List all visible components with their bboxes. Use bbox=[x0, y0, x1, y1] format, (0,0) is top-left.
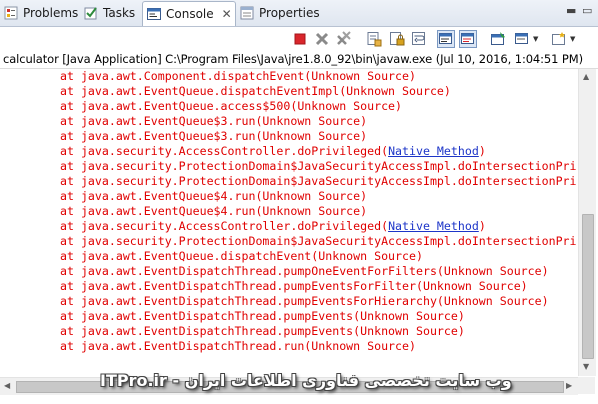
maximize-icon[interactable]: ▭ bbox=[582, 5, 592, 16]
console-line: at java.awt.EventDispatchThread.pumpEven… bbox=[60, 279, 528, 294]
tasks-icon bbox=[84, 6, 98, 20]
console-text: at java.awt.EventQueue$3.run(Unknown Sou… bbox=[60, 129, 368, 143]
console-text: at java.awt.EventQueue$4.run(Unknown Sou… bbox=[60, 189, 368, 203]
console-line: at java.awt.EventDispatchThread.run(Unkn… bbox=[60, 339, 416, 354]
console-text: at java.security.ProtectionDomain$JavaSe… bbox=[60, 174, 577, 188]
tab-label: Tasks bbox=[103, 6, 136, 20]
native-method-link[interactable]: Native Method bbox=[388, 144, 479, 158]
remove-all-terminated-icon[interactable] bbox=[336, 31, 352, 47]
console-line: at java.security.AccessController.doPriv… bbox=[60, 219, 486, 234]
console-text: at java.awt.EventQueue.dispatchEventImpl… bbox=[60, 84, 451, 98]
console-line: at java.awt.EventQueue$3.run(Unknown Sou… bbox=[60, 129, 367, 144]
tab-properties[interactable]: Properties bbox=[240, 2, 320, 24]
console-line: at java.awt.EventQueue.dispatchEventImpl… bbox=[60, 84, 451, 99]
minimize-icon[interactable]: ▬ bbox=[566, 5, 576, 16]
console-text: at java.awt.EventDispatchThread.pumpEven… bbox=[60, 324, 465, 338]
scroll-left-icon[interactable]: ◀ bbox=[4, 382, 10, 390]
console-line: at java.awt.EventQueue.dispatchEvent(Unk… bbox=[60, 249, 423, 264]
console-text: ) bbox=[478, 219, 486, 233]
console-text: at java.awt.EventDispatchThread.pumpEven… bbox=[60, 279, 528, 293]
open-console-icon[interactable] bbox=[551, 31, 567, 47]
tab-console[interactable]: Console ✕ bbox=[142, 1, 236, 26]
console-text: at java.security.AccessController.doPriv… bbox=[60, 144, 389, 158]
console-text: at java.awt.EventQueue.dispatchEvent(Unk… bbox=[60, 249, 423, 263]
scroll-right-icon[interactable]: ▶ bbox=[566, 382, 572, 390]
vertical-scrollbar[interactable]: ▲ ▼ bbox=[578, 69, 596, 376]
console-line: at java.awt.EventQueue$4.run(Unknown Sou… bbox=[60, 204, 367, 219]
console-line: at java.awt.EventQueue$4.run(Unknown Sou… bbox=[60, 189, 367, 204]
console-line: at java.awt.EventDispatchThread.pumpEven… bbox=[60, 309, 465, 324]
native-method-link[interactable]: Native Method bbox=[388, 219, 479, 233]
console-text: ) bbox=[478, 144, 486, 158]
console-line: at java.awt.EventDispatchThread.pumpOneE… bbox=[60, 264, 549, 279]
chevron-down-icon[interactable]: ▼ bbox=[533, 35, 538, 43]
console-line: at java.security.ProtectionDomain$JavaSe… bbox=[60, 159, 577, 174]
display-selected-console-icon[interactable] bbox=[514, 31, 530, 47]
console-line: at java.security.ProtectionDomain$JavaSe… bbox=[60, 234, 577, 249]
properties-icon bbox=[240, 6, 254, 20]
clear-console-icon[interactable] bbox=[366, 31, 382, 47]
problems-icon bbox=[4, 6, 18, 20]
show-on-stdout-icon[interactable] bbox=[437, 30, 455, 48]
console-text: at java.security.ProtectionDomain$JavaSe… bbox=[60, 159, 577, 173]
console-toolbar: ▼ ▼ bbox=[0, 27, 598, 51]
console-text: at java.awt.EventQueue.access$500(Unknow… bbox=[60, 99, 403, 113]
scrollbar-corner bbox=[578, 377, 595, 394]
tab-label: Problems bbox=[23, 6, 79, 20]
pin-console-icon[interactable] bbox=[490, 31, 506, 47]
console-text: at java.awt.EventDispatchThread.pumpEven… bbox=[60, 309, 465, 323]
process-description: calculator [Java Application] C:\Program… bbox=[3, 52, 583, 66]
tab-tasks[interactable]: Tasks bbox=[84, 2, 140, 24]
close-icon[interactable]: ✕ bbox=[222, 8, 232, 20]
console-output[interactable]: at java.awt.Component.dispatchEvent(Unkn… bbox=[0, 69, 578, 376]
console-line: at java.awt.Component.dispatchEvent(Unkn… bbox=[60, 69, 416, 84]
scroll-up-icon[interactable]: ▲ bbox=[583, 73, 589, 81]
console-text: at java.awt.Component.dispatchEvent(Unkn… bbox=[60, 69, 416, 83]
console-line: at java.awt.EventDispatchThread.pumpEven… bbox=[60, 294, 549, 309]
console-icon bbox=[147, 7, 161, 21]
chevron-down-icon[interactable]: ▼ bbox=[570, 35, 575, 43]
console-text: at java.awt.EventDispatchThread.run(Unkn… bbox=[60, 339, 416, 353]
console-line: at java.awt.EventQueue$3.run(Unknown Sou… bbox=[60, 114, 367, 129]
tab-label: Properties bbox=[259, 6, 320, 20]
remove-launch-icon[interactable] bbox=[314, 31, 330, 47]
tab-label: Console bbox=[166, 7, 214, 21]
terminate-icon[interactable] bbox=[292, 31, 308, 47]
tab-problems[interactable]: Problems bbox=[4, 2, 80, 24]
console-line: at java.security.ProtectionDomain$JavaSe… bbox=[60, 174, 577, 189]
console-text: at java.awt.EventQueue$4.run(Unknown Sou… bbox=[60, 204, 368, 218]
word-wrap-icon[interactable] bbox=[411, 31, 427, 47]
console-line: at java.awt.EventDispatchThread.pumpEven… bbox=[60, 324, 465, 339]
scroll-down-icon[interactable]: ▼ bbox=[583, 363, 589, 371]
vertical-scroll-thumb[interactable] bbox=[582, 214, 594, 359]
scroll-lock-icon[interactable] bbox=[389, 31, 405, 47]
console-text: at java.awt.EventDispatchThread.pumpEven… bbox=[60, 294, 549, 308]
console-line: at java.security.AccessController.doPriv… bbox=[60, 144, 486, 159]
console-line: at java.awt.EventQueue.access$500(Unknow… bbox=[60, 99, 402, 114]
watermark: ITPro.ir - وب سایت تخصصی فناوری اطلاعات … bbox=[100, 371, 512, 390]
console-text: at java.security.ProtectionDomain$JavaSe… bbox=[60, 234, 577, 248]
view-tab-bar: Problems Tasks Console ✕ Properties ▬ ▭ bbox=[0, 0, 598, 27]
console-text: at java.security.AccessController.doPriv… bbox=[60, 219, 389, 233]
console-text: at java.awt.EventDispatchThread.pumpOneE… bbox=[60, 264, 549, 278]
show-on-stderr-icon[interactable] bbox=[459, 30, 477, 48]
console-text: at java.awt.EventQueue$3.run(Unknown Sou… bbox=[60, 114, 368, 128]
